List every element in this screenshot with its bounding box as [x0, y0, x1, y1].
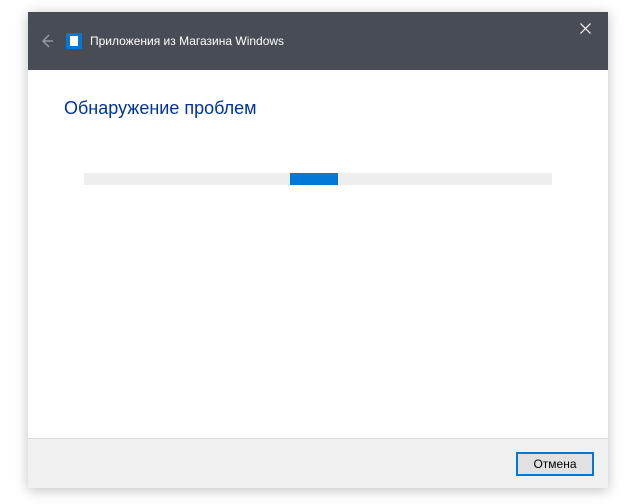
progress-bar	[84, 173, 552, 185]
content-area: Обнаружение проблем	[28, 70, 608, 438]
status-heading: Обнаружение проблем	[64, 98, 572, 119]
footer: Отмена	[28, 438, 608, 488]
back-button	[28, 12, 66, 70]
titlebar: Приложения из Магазина Windows	[28, 12, 608, 70]
troubleshooter-window: Приложения из Магазина Windows Обнаружен…	[28, 12, 608, 488]
close-button[interactable]	[562, 12, 608, 44]
cancel-button[interactable]: Отмена	[516, 452, 594, 476]
progress-indicator	[290, 173, 338, 185]
close-icon	[580, 23, 591, 34]
window-title: Приложения из Магазина Windows	[90, 34, 284, 48]
store-icon	[66, 33, 82, 49]
arrow-left-icon	[39, 33, 55, 49]
